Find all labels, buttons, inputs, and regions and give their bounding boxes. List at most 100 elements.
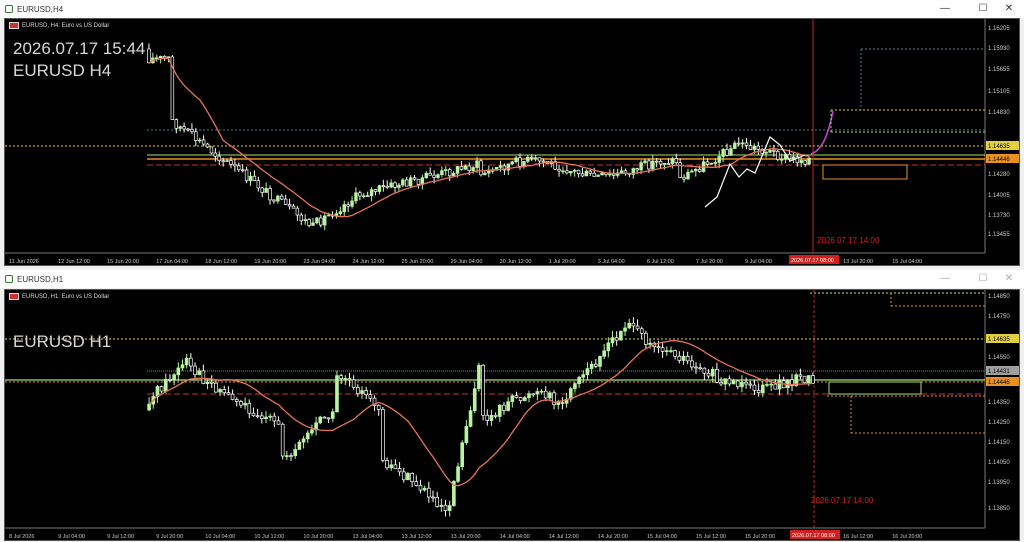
candle-body [178, 126, 182, 129]
candle-body [576, 169, 581, 175]
candle-body [468, 410, 473, 427]
candle-body [772, 149, 776, 152]
candle-body [226, 392, 231, 395]
minimize-button[interactable]: — [932, 271, 958, 287]
candle-body [335, 375, 339, 413]
candle-body [410, 473, 414, 482]
h4-price-chart[interactable]: 1.16205 1.15930 1.15655 1.15105 1.14830 1.146… [5, 19, 1020, 266]
candle-body [182, 126, 186, 130]
candle-body [158, 55, 163, 59]
candle-body [193, 365, 197, 375]
candle-body [243, 402, 247, 406]
candle-body [592, 172, 596, 177]
candle-body [497, 404, 502, 417]
h1-titlebar[interactable]: EURUSD,H1 — ☐ ✕ [0, 270, 1024, 288]
candle-body [240, 169, 245, 172]
candle-body [209, 381, 214, 384]
target-box [828, 381, 922, 395]
time-tick-label: 13 Jul 12:00 [402, 534, 432, 540]
candle-body [539, 390, 544, 393]
candle-body [748, 145, 753, 150]
candle-body [463, 165, 468, 170]
candle-body [285, 455, 289, 457]
candle-body [389, 464, 394, 469]
flag-icon [9, 22, 19, 29]
time-tick-label: 16 Jul 12:00 [843, 534, 873, 540]
candle-body [346, 204, 350, 207]
candle-body [510, 395, 515, 403]
candle-body [401, 471, 406, 481]
candle-body [467, 165, 471, 171]
time-tick-label: 10 Jul 04:00 [205, 534, 235, 540]
candle-body [233, 163, 237, 167]
candle-body [612, 173, 616, 176]
candle-body [514, 157, 518, 163]
candle-body [428, 172, 432, 176]
candle-body [709, 162, 714, 165]
h4-chart-window[interactable]: EURUSD,H4 — ☐ ✕ 1.16205 1.15930 1.15655 1.1… [0, 0, 1024, 268]
candle-body [326, 417, 331, 420]
candle-body [289, 455, 293, 457]
candle-body [548, 392, 552, 399]
maximize-button[interactable]: ☐ [970, 1, 996, 17]
candle-body [483, 172, 487, 176]
candle-body [681, 355, 686, 361]
time-tick-label: 24 Jun 12:00 [352, 259, 384, 265]
candle-body [523, 397, 527, 401]
time-tick-label: 25 Jun 20:00 [402, 259, 434, 265]
candle-body [510, 161, 514, 165]
price-tick-label: 1.14005 [988, 193, 1010, 199]
candle-body [283, 198, 288, 205]
candle-body [351, 379, 356, 388]
candle-body [412, 177, 417, 180]
time-highlight-label: 2026.07.17 08:00 [792, 533, 835, 539]
close-button[interactable]: ✕ [996, 1, 1022, 17]
candle-body [205, 143, 210, 148]
candle-body [773, 383, 778, 390]
h1-chart-window[interactable]: EURUSD,H1 — ☐ ✕ 1.14850 1.14750 1.14635 1.1… [0, 270, 1024, 542]
candle-body [580, 173, 585, 177]
time-highlight-label: 2026.07.17 08:00 [791, 258, 834, 264]
candle-body [658, 161, 663, 165]
candle-body [798, 374, 803, 377]
candle-body [377, 185, 382, 192]
minimize-button[interactable]: — [932, 1, 958, 17]
candle-body [401, 179, 405, 186]
candle-body [639, 328, 644, 334]
price-tick-label: 1.13455 [988, 232, 1010, 238]
h1-chart-canvas[interactable]: 1.14850 1.14750 1.14635 1.14550 1.14431 1.144… [4, 289, 1020, 541]
candle-body [414, 481, 419, 486]
projection-curve [810, 110, 834, 155]
candle-body [256, 180, 261, 189]
candle-body [514, 395, 519, 398]
candle-body [159, 386, 164, 392]
time-tick-label: 12 Jun 12:00 [58, 259, 90, 265]
candle-body [803, 160, 807, 165]
candle-body [769, 383, 773, 386]
h4-chart-canvas[interactable]: 1.16205 1.15930 1.15655 1.15105 1.14830 1.146… [4, 18, 1020, 266]
candle-body [569, 170, 573, 174]
candle-body [155, 57, 159, 60]
time-tick-label: 8 Jul 2026 [9, 534, 34, 540]
candle-body [381, 409, 385, 461]
candle-body [686, 171, 690, 180]
time-tick-label: 13 Jul 20:00 [843, 259, 873, 265]
candle-body [338, 211, 343, 215]
candle-body [791, 156, 796, 160]
candle-body [674, 158, 678, 164]
candle-body [311, 222, 315, 226]
candle-body [535, 391, 540, 395]
candle-body [272, 199, 276, 202]
h4-titlebar[interactable]: EURUSD,H4 — ☐ ✕ [0, 0, 1024, 18]
candle-body [260, 187, 264, 193]
candle-body [268, 415, 272, 418]
candle-body [408, 177, 413, 187]
time-tick-label: 19 Jun 20:00 [254, 259, 286, 265]
candle-body [719, 382, 723, 385]
candle-body [373, 189, 378, 192]
candle-body [623, 327, 627, 332]
maximize-button[interactable]: ☐ [970, 271, 996, 287]
candle-body [354, 192, 358, 202]
close-button[interactable]: ✕ [996, 271, 1022, 287]
price-tick-label: 1.13950 [988, 480, 1010, 486]
